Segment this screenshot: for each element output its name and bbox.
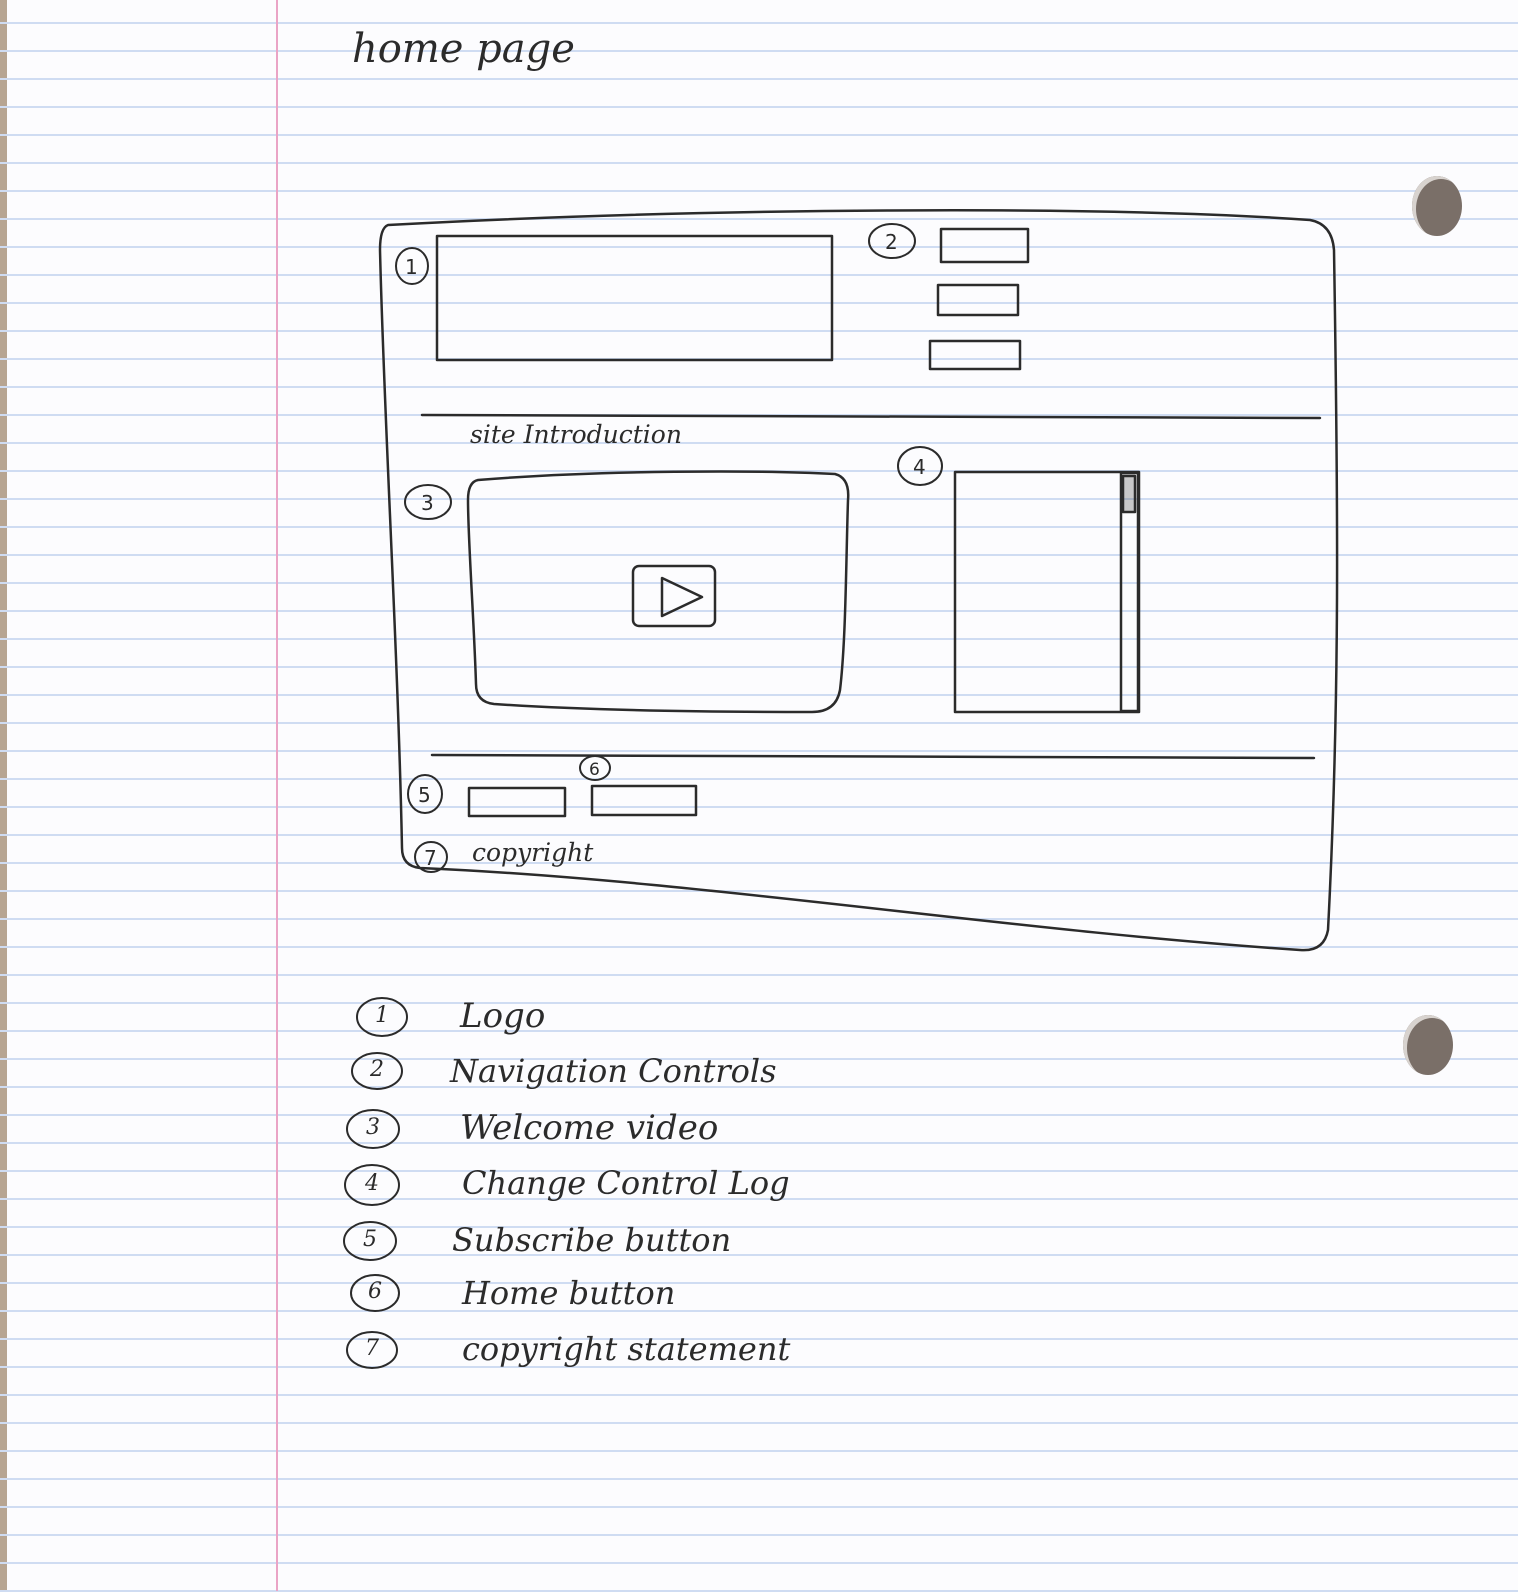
legend-number-2: 2 bbox=[370, 1057, 384, 1082]
marker-subscribe: 5 bbox=[418, 783, 431, 807]
wireframe-nav-button-1 bbox=[941, 229, 1028, 262]
marker-log: 4 bbox=[913, 455, 926, 479]
legend-number-1: 1 bbox=[375, 1003, 389, 1028]
legend-label-navigation: Navigation Controls bbox=[450, 1052, 777, 1090]
legend-label-logo: Logo bbox=[460, 996, 546, 1036]
legend-label-home: Home button bbox=[462, 1274, 676, 1312]
wireframe-subscribe-box bbox=[469, 788, 565, 816]
legend-number-5: 5 bbox=[363, 1227, 377, 1252]
wireframe-section-label: site Introduction bbox=[470, 420, 682, 449]
legend-label-change-log: Change Control Log bbox=[462, 1164, 790, 1202]
wireframe-copyright-label: copyright bbox=[472, 838, 594, 867]
marker-video: 3 bbox=[421, 491, 434, 515]
marker-logo: 1 bbox=[405, 255, 418, 279]
legend-number-4: 4 bbox=[365, 1171, 379, 1196]
legend-number-7: 7 bbox=[365, 1336, 379, 1361]
wireframe-home-box bbox=[592, 786, 696, 815]
legend-label-copyright: copyright statement bbox=[462, 1330, 791, 1368]
wireframe-log-box bbox=[955, 472, 1139, 712]
legend-label-welcome-video: Welcome video bbox=[460, 1108, 719, 1148]
wireframe-log-scroll-thumb bbox=[1123, 476, 1135, 512]
wireframe-nav-button-2 bbox=[938, 285, 1018, 315]
wireframe-video-frame bbox=[468, 472, 848, 712]
play-icon bbox=[662, 578, 702, 616]
wireframe-nav-button-3 bbox=[930, 341, 1020, 369]
marker-copyright: 7 bbox=[424, 846, 437, 870]
legend-number-6: 6 bbox=[368, 1279, 382, 1304]
marker-home: 6 bbox=[589, 760, 600, 780]
notebook-paper: home page 1 2 3 4 5 6 7 site Introductio… bbox=[0, 0, 1518, 1592]
legend-number-3: 3 bbox=[366, 1115, 380, 1140]
wireframe-divider-bottom bbox=[432, 755, 1314, 758]
wireframe-logo-box bbox=[437, 236, 832, 360]
marker-nav: 2 bbox=[885, 230, 898, 254]
wireframe-divider-top bbox=[422, 415, 1320, 418]
legend-label-subscribe: Subscribe button bbox=[452, 1221, 732, 1259]
